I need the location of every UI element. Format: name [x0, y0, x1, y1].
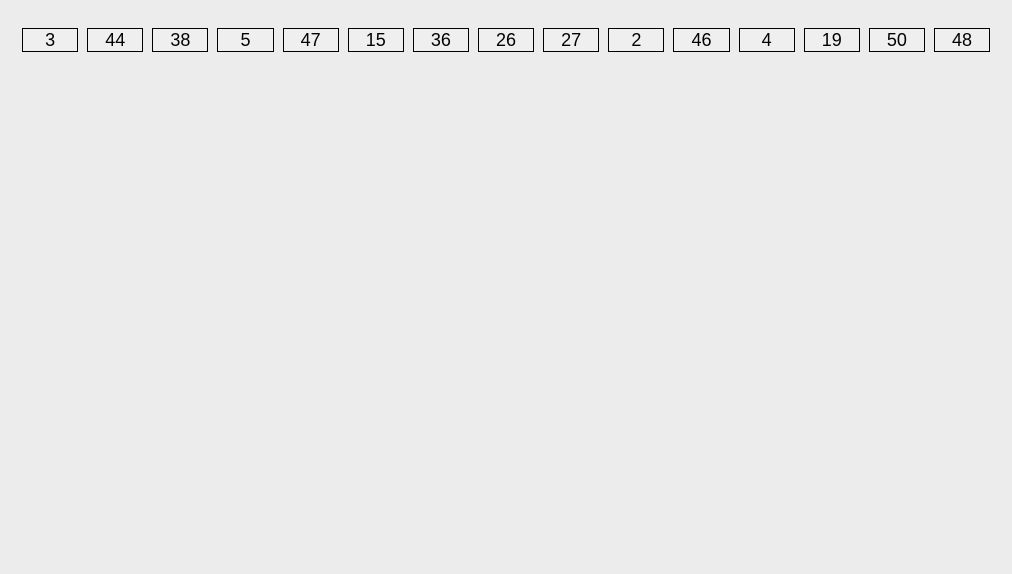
- button-row: 3 44 38 5 47 15 36 26 27 2 46 4 19 50 48: [0, 0, 1012, 80]
- num-button-1[interactable]: 44: [87, 28, 143, 52]
- num-button-5[interactable]: 15: [348, 28, 404, 52]
- num-button-12[interactable]: 19: [804, 28, 860, 52]
- num-button-11[interactable]: 4: [739, 28, 795, 52]
- num-button-7[interactable]: 26: [478, 28, 534, 52]
- num-button-0[interactable]: 3: [22, 28, 78, 52]
- num-button-4[interactable]: 47: [283, 28, 339, 52]
- num-button-13[interactable]: 50: [869, 28, 925, 52]
- num-button-3[interactable]: 5: [217, 28, 273, 52]
- num-button-10[interactable]: 46: [673, 28, 729, 52]
- num-button-2[interactable]: 38: [152, 28, 208, 52]
- num-button-14[interactable]: 48: [934, 28, 990, 52]
- num-button-8[interactable]: 27: [543, 28, 599, 52]
- num-button-9[interactable]: 2: [608, 28, 664, 52]
- num-button-6[interactable]: 36: [413, 28, 469, 52]
